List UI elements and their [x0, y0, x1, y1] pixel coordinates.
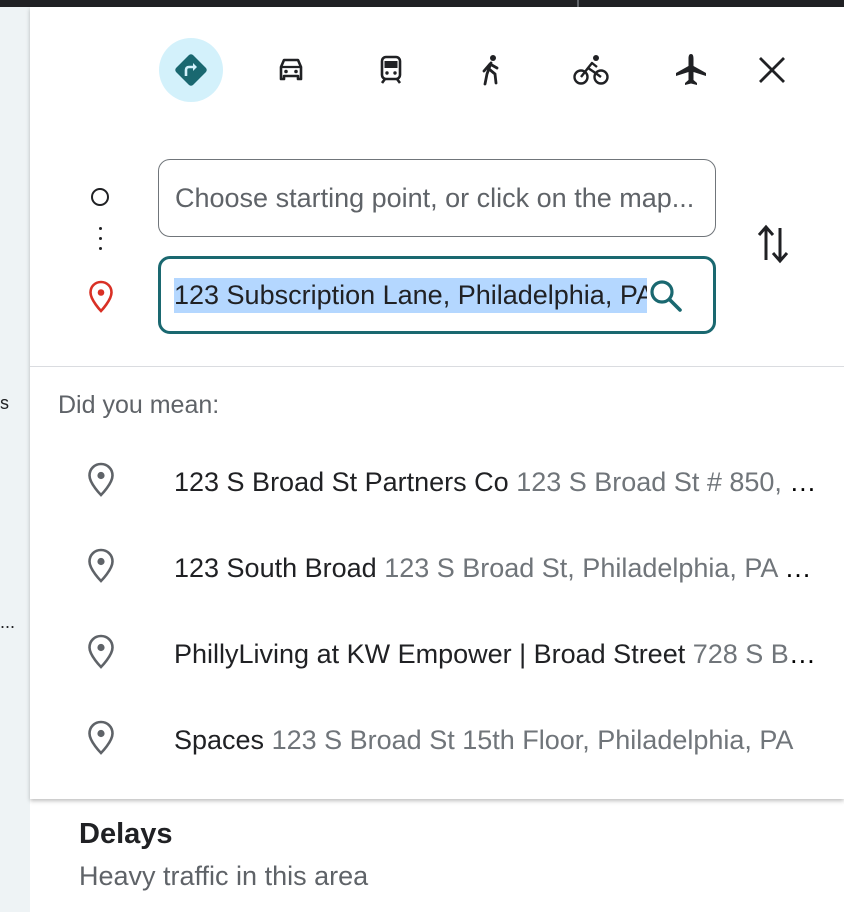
suggestion-name: 123 S Broad St Partners Co — [174, 467, 509, 497]
mode-walking-button[interactable] — [459, 38, 523, 102]
suggestion-name: 123 South Broad — [174, 553, 377, 583]
directions-icon — [175, 54, 207, 86]
start-point-marker — [91, 188, 109, 206]
mode-flights-button[interactable] — [659, 38, 723, 102]
suggestion-item[interactable]: 123 S Broad St Partners Co 123 S Broad S… — [30, 439, 844, 525]
place-pin-icon — [88, 634, 114, 669]
destination-input[interactable]: 123 Subscription Lane, Philadelphia, PA — [158, 256, 716, 334]
place-pin-icon — [88, 462, 114, 497]
destination-pin-icon — [89, 280, 113, 313]
close-icon — [759, 57, 785, 83]
starting-point-input[interactable]: Choose starting point, or click on the m… — [158, 159, 716, 237]
suggestion-address: 123 S Broad St 15th Floor, Philadelphia,… — [271, 725, 794, 755]
car-icon — [279, 58, 303, 81]
mode-cycling-button[interactable] — [559, 38, 623, 102]
bicycle-icon — [573, 55, 609, 85]
suggestion-name: Spaces — [174, 725, 265, 755]
mode-driving-button[interactable] — [259, 38, 323, 102]
rail-text-fragment: s — [0, 393, 9, 413]
starting-point-placeholder: Choose starting point, or click on the m… — [175, 182, 695, 213]
place-pin-icon — [88, 548, 114, 583]
place-pin-icon — [88, 720, 114, 755]
search-icon[interactable] — [647, 277, 685, 315]
suggestion-address: 123 S Broad St # 850, Philadelphia, PA — [516, 467, 820, 497]
directions-panel: Choose starting point, or click on the m… — [30, 7, 844, 799]
airplane-icon — [676, 54, 706, 85]
delays-title: Delays — [79, 818, 173, 850]
suggestion-name: PhillyLiving at KW Empower | Broad Stree… — [174, 639, 686, 669]
browser-top-strip — [0, 0, 844, 7]
tab-divider — [577, 0, 579, 7]
swap-start-destination-button[interactable] — [755, 222, 791, 266]
did-you-mean-label: Did you mean: — [58, 391, 220, 419]
mode-transit-button[interactable] — [359, 38, 423, 102]
walking-icon — [482, 55, 499, 86]
mode-best-button[interactable] — [159, 38, 223, 102]
suggestion-address: 123 S Broad St, Philadelphia, PA 19109 — [384, 553, 820, 583]
close-directions-button[interactable] — [740, 38, 804, 102]
suggestion-item[interactable]: PhillyLiving at KW Empower | Broad Stree… — [30, 611, 844, 697]
suggestion-address: 728 S Broad St, Philadelphia — [692, 639, 820, 669]
train-icon — [380, 55, 402, 84]
suggestion-item[interactable]: Spaces 123 S Broad St 15th Floor, Philad… — [30, 697, 844, 783]
destination-value: 123 Subscription Lane, Philadelphia, PA — [174, 277, 654, 313]
left-side-rail: s ... — [0, 7, 30, 912]
rail-text-fragment: ... — [0, 612, 16, 632]
delays-description: Heavy traffic in this area — [79, 861, 369, 891]
divider — [30, 366, 844, 367]
suggestion-item[interactable]: 123 South Broad 123 S Broad St, Philadel… — [30, 525, 844, 611]
route-dots — [99, 227, 102, 257]
